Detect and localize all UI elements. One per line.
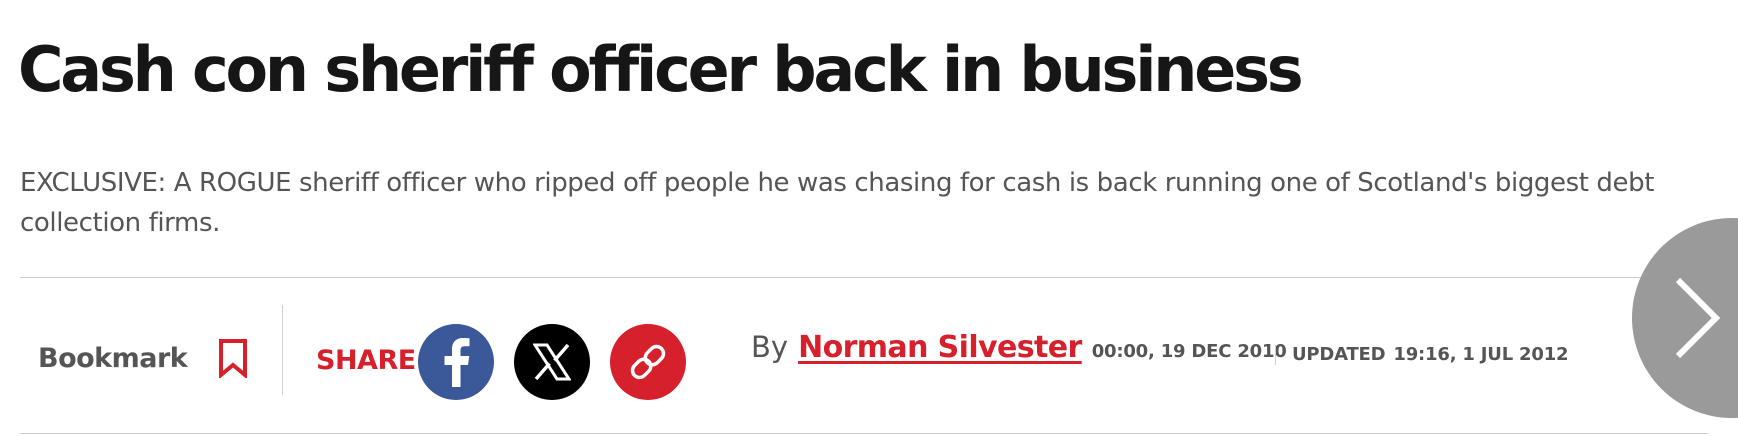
headline: Cash con sheriff officer back in busines… bbox=[18, 33, 1304, 106]
bookmark-button[interactable]: Bookmark bbox=[38, 338, 249, 380]
standfirst: EXCLUSIVE: A ROGUE sheriff officer who r… bbox=[20, 168, 1655, 238]
article-header: Cash con sheriff officer back in busines… bbox=[0, 0, 1738, 436]
bookmark-icon bbox=[217, 338, 249, 380]
toolbar-divider bbox=[282, 305, 283, 395]
byline-prefix: By bbox=[751, 330, 789, 364]
author-link[interactable]: Norman Silvester bbox=[798, 330, 1082, 365]
x-icon bbox=[533, 343, 571, 381]
updated-separator bbox=[1275, 345, 1276, 365]
next-article-button[interactable] bbox=[1632, 218, 1738, 418]
published-date: 00:00, 19 DEC 2010 bbox=[1091, 341, 1287, 362]
bottom-divider bbox=[20, 433, 1708, 434]
x-share-button[interactable] bbox=[514, 324, 590, 400]
facebook-icon bbox=[441, 337, 471, 387]
top-divider bbox=[20, 277, 1708, 278]
share-label: SHARE bbox=[316, 345, 416, 376]
bookmark-label: Bookmark bbox=[38, 342, 188, 374]
updated-label: UPDATED bbox=[1292, 344, 1386, 365]
updated-timestamp: UPDATED 19:16, 1 JUL 2012 bbox=[1292, 344, 1569, 365]
byline: By Norman Silvester 00:00, 19 DEC 2010 bbox=[751, 330, 1287, 365]
copy-link-button[interactable] bbox=[610, 324, 686, 400]
facebook-share-button[interactable] bbox=[418, 324, 494, 400]
updated-date: 19:16, 1 JUL 2012 bbox=[1393, 344, 1569, 365]
link-icon bbox=[628, 342, 668, 382]
